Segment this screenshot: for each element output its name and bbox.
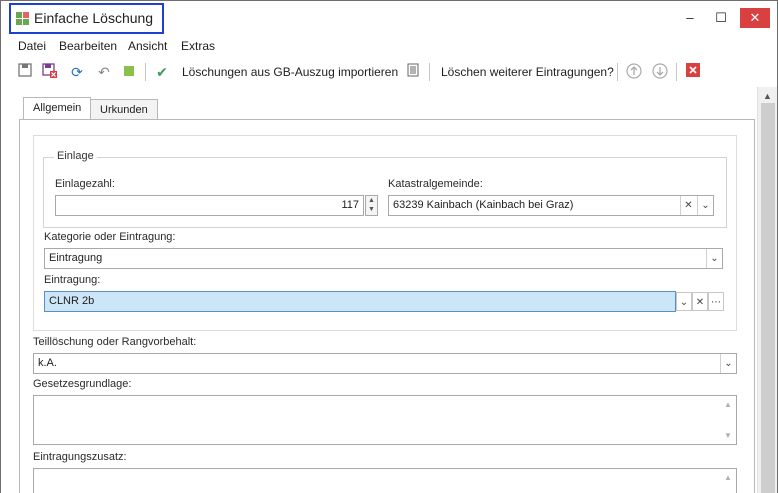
move-down-icon[interactable] xyxy=(651,63,669,81)
textarea-scrollbar[interactable]: ▲ xyxy=(722,471,734,493)
tab-urkunden[interactable]: Urkunden xyxy=(90,99,158,120)
teilloeschung-dropdown-icon[interactable]: ⌄ xyxy=(720,354,736,373)
tab-panel-allgemein: Einlage Einlagezahl: 117 ▲ ▼ Katastralgem… xyxy=(19,119,755,493)
kategorie-select[interactable]: Eintragung xyxy=(44,248,723,269)
save-icon[interactable] xyxy=(16,63,34,81)
einlage-group: Einlage xyxy=(43,150,727,228)
title-bar: Einfache Löschung – ☐ ✕ xyxy=(1,1,777,35)
toolbar-separator xyxy=(145,63,146,81)
checkmark-icon[interactable]: ✔ xyxy=(153,63,171,81)
app-icon xyxy=(16,12,30,26)
minimize-button[interactable]: – xyxy=(678,7,702,29)
katastralgemeinde-value: 63239 Kainbach (Kainbach bei Graz) xyxy=(393,199,574,211)
eintragung-value: CLNR 2b xyxy=(49,295,95,307)
main-window: Einfache Löschung – ☐ ✕ Datei Bearbeiten… xyxy=(0,0,778,493)
scroll-up-icon[interactable]: ▲ xyxy=(724,400,732,409)
kategorie-dropdown-icon[interactable]: ⌄ xyxy=(706,249,722,268)
toolbar-separator xyxy=(617,63,618,81)
delete-icon[interactable] xyxy=(684,63,702,81)
einlage-group-title: Einlage xyxy=(54,150,97,162)
gesetzesgrundlage-label: Gesetzesgrundlage: xyxy=(33,378,132,390)
eintragungszusatz-label: Eintragungszusatz: xyxy=(33,451,127,463)
katastralgemeinde-select[interactable]: 63239 Kainbach (Kainbach bei Graz) xyxy=(388,195,714,216)
menu-ansicht[interactable]: Ansicht xyxy=(128,39,167,53)
menu-extras[interactable]: Extras xyxy=(181,39,215,53)
einlagezahl-input[interactable]: 117 xyxy=(55,195,364,216)
undo-icon[interactable]: ↶ xyxy=(95,63,113,81)
refresh-icon[interactable]: ⟳ xyxy=(68,63,86,81)
content-area: Allgemein Urkunden Einlage Einlagezahl: … xyxy=(1,87,757,493)
eintragung-select[interactable]: CLNR 2b xyxy=(44,291,676,312)
kategorie-label: Kategorie oder Eintragung: xyxy=(44,231,176,243)
katastral-clear-icon[interactable]: ✕ xyxy=(680,196,696,215)
tab-allgemein[interactable]: Allgemein xyxy=(23,97,92,120)
textarea-scrollbar[interactable]: ▲ ▼ xyxy=(722,398,734,442)
menu-bar: Datei Bearbeiten Ansicht Extras xyxy=(1,37,777,55)
menu-datei[interactable]: Datei xyxy=(18,39,46,53)
scroll-down-icon[interactable]: ▼ xyxy=(724,431,732,440)
teilloeschung-select[interactable]: k.A. xyxy=(33,353,737,374)
scroll-thumb[interactable] xyxy=(761,103,775,493)
teilloeschung-label: Teillöschung oder Rangvorbehalt: xyxy=(33,336,197,348)
scroll-up-icon[interactable]: ▲ xyxy=(724,473,732,482)
teilloeschung-value: k.A. xyxy=(38,357,57,369)
einlagezahl-label: Einlagezahl: xyxy=(55,178,115,190)
eintragungszusatz-textarea[interactable]: ▲ xyxy=(33,468,737,493)
menu-bearbeiten[interactable]: Bearbeiten xyxy=(59,39,117,53)
katastral-dropdown-icon[interactable]: ⌄ xyxy=(697,196,713,215)
einlagezahl-spinner[interactable]: ▲ ▼ xyxy=(365,195,378,216)
title-highlight: Einfache Löschung xyxy=(9,3,164,34)
document-icon[interactable] xyxy=(404,63,422,81)
main-scrollbar[interactable]: ▲ xyxy=(757,87,777,493)
eintragung-more-icon[interactable]: ⋯ xyxy=(708,292,724,311)
eintragung-label: Eintragung: xyxy=(44,274,101,286)
toolbar-separator xyxy=(429,63,430,81)
katastralgemeinde-label: Katastralgemeinde: xyxy=(388,178,483,190)
stop-icon[interactable] xyxy=(120,63,138,81)
kategorie-value: Eintragung xyxy=(49,252,103,264)
eintragung-clear-icon[interactable]: ✕ xyxy=(692,292,708,311)
more-entries-button[interactable]: Löschen weiterer Eintragungen? xyxy=(441,65,614,79)
gesetzesgrundlage-textarea[interactable]: ▲ ▼ xyxy=(33,395,737,445)
window-title: Einfache Löschung xyxy=(34,10,154,26)
toolbar: ⟳ ↶ ✔ Löschungen aus GB-Auszug importier… xyxy=(1,59,777,85)
save-close-icon[interactable] xyxy=(41,63,59,81)
eintragung-dropdown-icon[interactable]: ⌄ xyxy=(676,292,692,311)
import-button[interactable]: Löschungen aus GB-Auszug importieren xyxy=(182,65,398,79)
toolbar-separator xyxy=(676,63,677,81)
close-button[interactable]: ✕ xyxy=(740,8,770,28)
move-up-icon[interactable] xyxy=(625,63,643,81)
scroll-up-icon[interactable]: ▲ xyxy=(763,91,772,101)
maximize-button[interactable]: ☐ xyxy=(709,7,733,29)
